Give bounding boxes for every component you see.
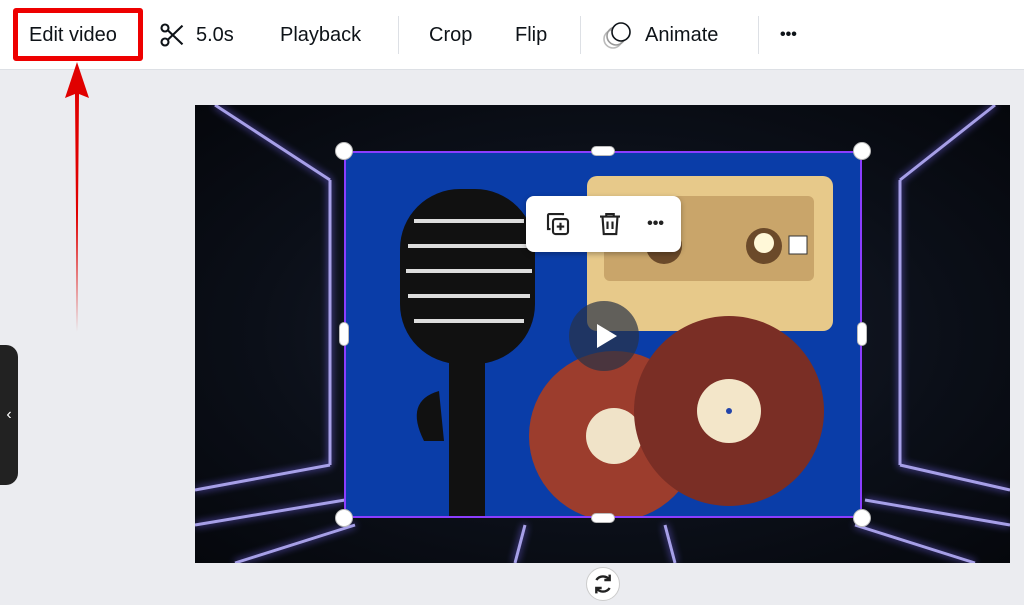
duplicate-icon[interactable] <box>543 209 573 239</box>
resize-handle-right[interactable] <box>857 322 867 346</box>
trash-icon[interactable] <box>595 209 625 239</box>
annotation-highlight-box <box>13 8 143 61</box>
resize-handle-bottom[interactable] <box>591 513 615 523</box>
more-icon: ••• <box>780 26 797 43</box>
divider <box>398 16 399 54</box>
animate-label: Animate <box>645 24 719 46</box>
flip-label: Flip <box>515 24 548 46</box>
playback-label: Playback <box>280 24 362 46</box>
trim-button[interactable]: 5.0s <box>158 20 234 50</box>
duration-label: 5.0s <box>196 24 234 46</box>
animate-button[interactable]: Animate <box>601 20 718 50</box>
play-icon <box>597 324 617 348</box>
resize-handle-left[interactable] <box>339 322 349 346</box>
more-options-button[interactable]: ••• <box>780 20 797 50</box>
collapse-panel-button[interactable]: ‹ <box>0 345 18 485</box>
divider <box>758 16 759 54</box>
resize-handle-top-right[interactable] <box>853 142 871 160</box>
crop-button[interactable]: Crop <box>429 20 472 50</box>
rotate-icon <box>595 574 611 594</box>
resize-handle-bottom-left[interactable] <box>335 509 353 527</box>
chevron-left-icon: ‹ <box>6 406 12 423</box>
toolbar: Edit video 5.0s Playback Crop Flip Anima… <box>0 0 1024 70</box>
resize-handle-bottom-right[interactable] <box>853 509 871 527</box>
play-button[interactable] <box>569 301 639 371</box>
crop-label: Crop <box>429 24 473 46</box>
resize-handle-top[interactable] <box>591 146 615 156</box>
resize-handle-top-left[interactable] <box>335 142 353 160</box>
annotation-arrow-icon <box>65 62 89 332</box>
context-more-button[interactable]: ••• <box>647 215 664 233</box>
element-context-menu: ••• <box>526 196 681 252</box>
divider <box>580 16 581 54</box>
animate-icon <box>603 22 631 49</box>
rotate-button[interactable] <box>586 567 620 601</box>
flip-button[interactable]: Flip <box>515 20 547 50</box>
playback-button[interactable]: Playback <box>280 20 361 50</box>
scissors-icon <box>160 23 184 47</box>
